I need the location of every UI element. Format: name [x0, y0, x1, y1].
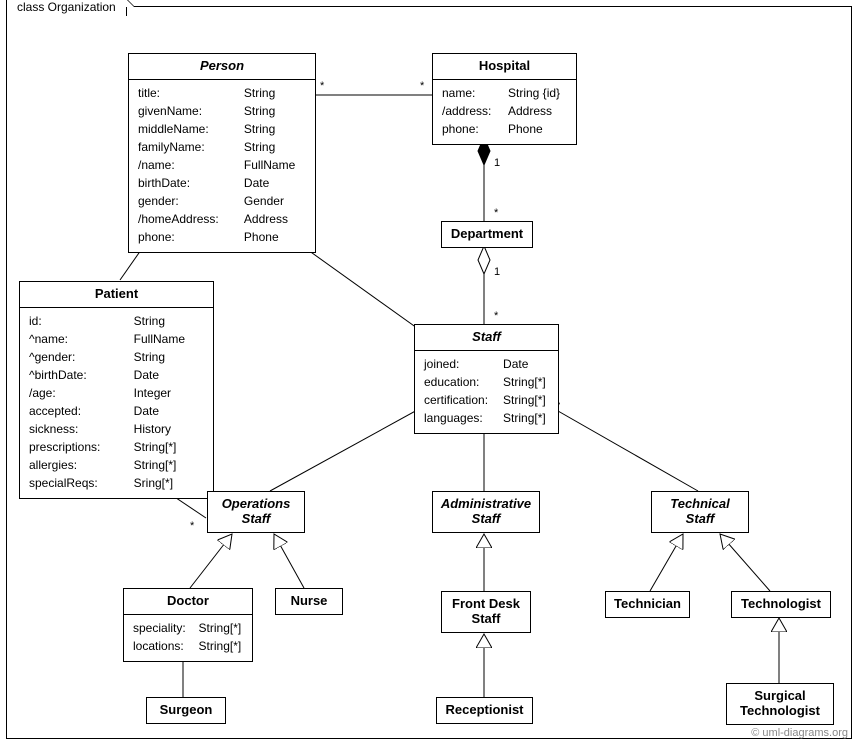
class-nurse: Nurse [275, 588, 343, 615]
class-patient: Patient id:String^name:FullName^gender:S… [19, 281, 214, 499]
diagram-stage: class Organization [0, 0, 860, 747]
class-technologist: Technologist [731, 591, 831, 618]
class-nurse-title: Nurse [276, 589, 342, 614]
frame-label: class Organization [17, 0, 116, 14]
class-person-attrs: title:StringgivenName:StringmiddleName:S… [129, 80, 315, 252]
class-fds-title: Front DeskStaff [442, 592, 530, 632]
class-technician: Technician [605, 591, 690, 618]
mult-hosp-dept-top: 1 [494, 157, 500, 169]
class-ops-title: OperationsStaff [208, 492, 304, 532]
class-frontdesk-staff: Front DeskStaff [441, 591, 531, 633]
class-doctor: Doctor speciality:String[*]locations:Str… [123, 588, 253, 662]
class-person: Person title:StringgivenName:Stringmiddl… [128, 53, 316, 253]
class-hospital: Hospital name:String {id}/address:Addres… [432, 53, 577, 145]
class-administrative-staff: AdministrativeStaff [432, 491, 540, 533]
class-technician-title: Technician [606, 592, 689, 617]
class-staff-title: Staff [415, 325, 558, 351]
frame-label-tab: class Organization [6, 0, 127, 16]
mult-dept-staff-bot: * [494, 310, 498, 322]
class-surgeon: Surgeon [146, 697, 226, 724]
class-operations-staff: OperationsStaff [207, 491, 305, 533]
class-department-title: Department [442, 222, 532, 247]
mult-dept-staff-top: 1 [494, 266, 500, 278]
class-surgeon-title: Surgeon [147, 698, 225, 723]
class-staff-attrs: joined:Dateeducation:String[*]certificat… [415, 351, 558, 433]
class-technologist-title: Technologist [732, 592, 830, 617]
class-tech-title: TechnicalStaff [652, 492, 748, 532]
class-admin-title: AdministrativeStaff [433, 492, 539, 532]
class-surgical-technologist: SurgicalTechnologist [726, 683, 834, 725]
class-hospital-attrs: name:String {id}/address:Addressphone:Ph… [433, 80, 576, 144]
class-receptionist: Receptionist [436, 697, 533, 724]
mult-hosp-dept-bot: * [494, 207, 498, 219]
class-technical-staff: TechnicalStaff [651, 491, 749, 533]
mult-patient-ops-bot: * [190, 520, 194, 532]
class-patient-title: Patient [20, 282, 213, 308]
footer-credit: © uml-diagrams.org [751, 727, 848, 739]
class-receptionist-title: Receptionist [437, 698, 532, 723]
class-person-title: Person [129, 54, 315, 80]
class-patient-attrs: id:String^name:FullName^gender:String^bi… [20, 308, 213, 498]
class-surgtech-title: SurgicalTechnologist [727, 684, 833, 724]
class-doctor-attrs: speciality:String[*]locations:String[*] [124, 615, 252, 661]
mult-person-right: * [420, 80, 424, 92]
class-doctor-title: Doctor [124, 589, 252, 615]
class-department: Department [441, 221, 533, 248]
class-hospital-title: Hospital [433, 54, 576, 80]
mult-person-left: * [320, 80, 324, 92]
class-staff: Staff joined:Dateeducation:String[*]cert… [414, 324, 559, 434]
